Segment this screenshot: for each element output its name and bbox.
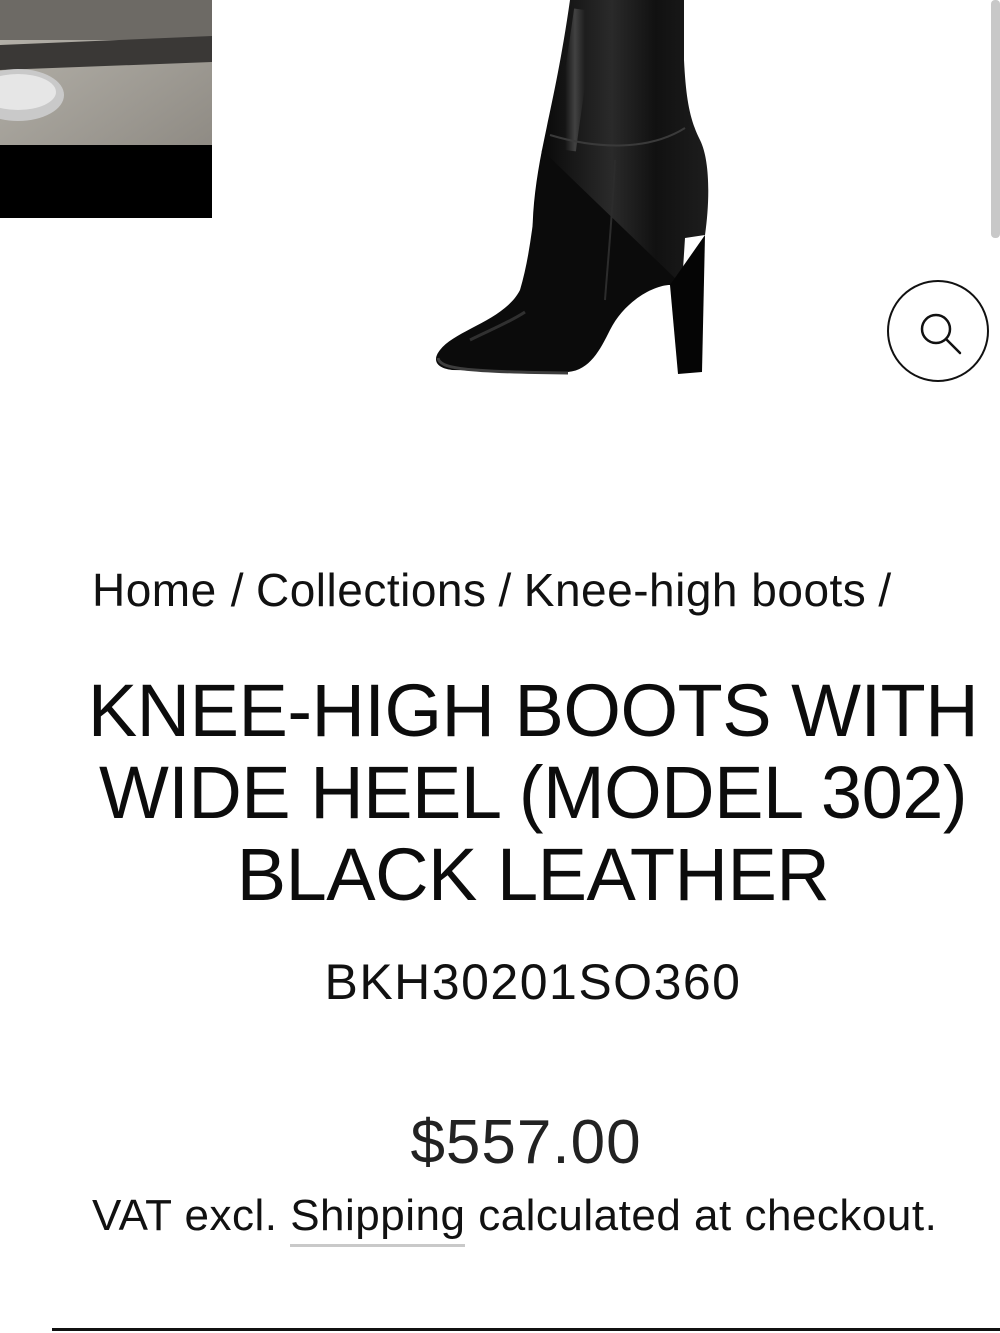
tax-note: VAT excl. bbox=[92, 1191, 278, 1240]
breadcrumb: Home / Collections / Knee-high boots / bbox=[92, 562, 1000, 618]
breadcrumb-collections[interactable]: Collections bbox=[256, 564, 487, 616]
product-price: $557.00 bbox=[410, 1108, 642, 1177]
main-product-image[interactable] bbox=[400, 0, 730, 390]
breadcrumb-separator: / bbox=[498, 564, 512, 616]
breadcrumb-knee-high-boots[interactable]: Knee-high boots bbox=[524, 564, 867, 616]
shipping-link[interactable]: Shipping bbox=[290, 1191, 466, 1247]
product-title: KNEE-HIGH BOOTS WITH WIDE HEEL (MODEL 30… bbox=[50, 670, 1000, 916]
tax-shipping-note: VAT excl. Shipping calculated at checkou… bbox=[92, 1188, 1000, 1247]
page-scrollbar[interactable] bbox=[991, 0, 1000, 238]
previous-gallery-image[interactable] bbox=[0, 0, 212, 218]
shipping-note-text: calculated at checkout. bbox=[478, 1191, 938, 1240]
product-title-line-2: WIDE HEEL (MODEL 302) bbox=[98, 751, 968, 834]
breadcrumb-separator: / bbox=[878, 564, 892, 616]
product-title-line-1: KNEE-HIGH BOOTS WITH bbox=[87, 669, 979, 752]
breadcrumb-home[interactable]: Home bbox=[92, 564, 217, 616]
product-gallery[interactable] bbox=[0, 0, 1000, 440]
product-sku: BKH30201SO360 bbox=[324, 954, 742, 1010]
zoom-button[interactable] bbox=[887, 280, 989, 382]
section-divider bbox=[52, 1328, 1000, 1331]
breadcrumb-separator: / bbox=[230, 564, 244, 616]
product-title-line-3: BLACK LEATHER bbox=[236, 833, 830, 916]
